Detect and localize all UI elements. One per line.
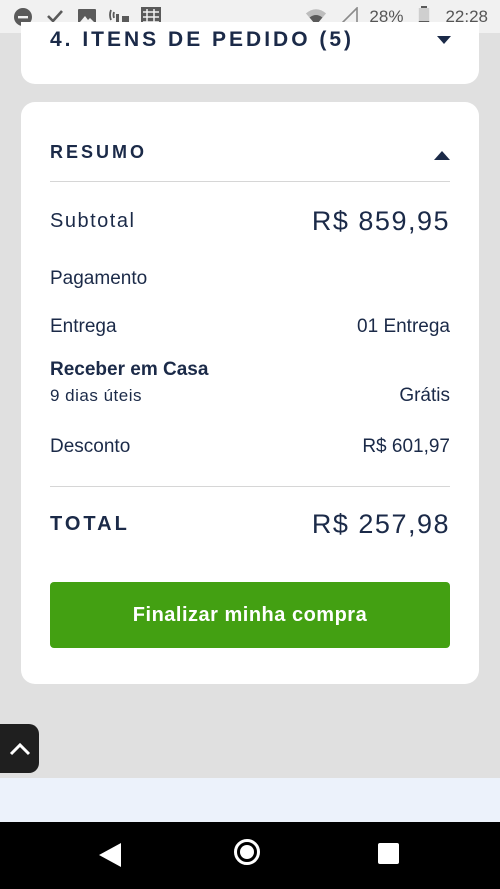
home-icon[interactable] [234, 839, 260, 865]
delivery-label: Entrega [50, 316, 117, 337]
shipping-price: Grátis [399, 385, 450, 406]
chevron-up-icon[interactable] [434, 151, 450, 160]
shipping-method-row: Receber em Casa [50, 359, 450, 381]
discount-value: R$ 601,97 [362, 436, 450, 457]
subtotal-value: R$ 859,95 [311, 206, 450, 236]
navigation-bar [0, 822, 500, 889]
discount-row: Desconto R$ 601,97 [50, 436, 450, 458]
order-items-title[interactable]: 4. ITENS DE PEDIDO (5) [50, 28, 354, 52]
chevron-up-icon[interactable] [9, 742, 31, 756]
subtotal-row: Subtotal R$ 859,95 [50, 206, 450, 237]
summary-title[interactable]: RESUMO [50, 142, 147, 163]
payment-label: Pagamento [50, 268, 148, 289]
discount-label: Desconto [50, 436, 131, 457]
total-label: TOTAL [50, 513, 130, 535]
summary-card: RESUMO Subtotal R$ 859,95 Pagamento Entr… [21, 102, 479, 684]
divider [50, 486, 450, 487]
delivery-row: Entrega 01 Entrega [50, 316, 450, 338]
page-footer [0, 778, 500, 822]
order-items-card[interactable]: 4. ITENS DE PEDIDO (5) [21, 22, 479, 84]
delivery-value: 01 Entrega [357, 316, 450, 337]
divider [50, 181, 450, 182]
scroll-to-top-button[interactable] [0, 724, 39, 773]
chevron-down-icon[interactable] [437, 36, 451, 44]
total-row: TOTAL R$ 257,98 [50, 509, 450, 540]
back-icon[interactable] [99, 843, 121, 867]
shipping-time-row: 9 dias úteis Grátis [50, 385, 450, 407]
shipping-method: Receber em Casa [50, 359, 209, 380]
checkout-button[interactable]: Finalizar minha compra [50, 582, 450, 648]
shipping-time: 9 dias úteis [50, 386, 142, 405]
recent-apps-icon[interactable] [378, 843, 399, 864]
subtotal-label: Subtotal [50, 210, 136, 232]
total-value: R$ 257,98 [311, 509, 450, 539]
payment-row: Pagamento [50, 268, 450, 290]
summary-header[interactable]: RESUMO [50, 142, 450, 163]
